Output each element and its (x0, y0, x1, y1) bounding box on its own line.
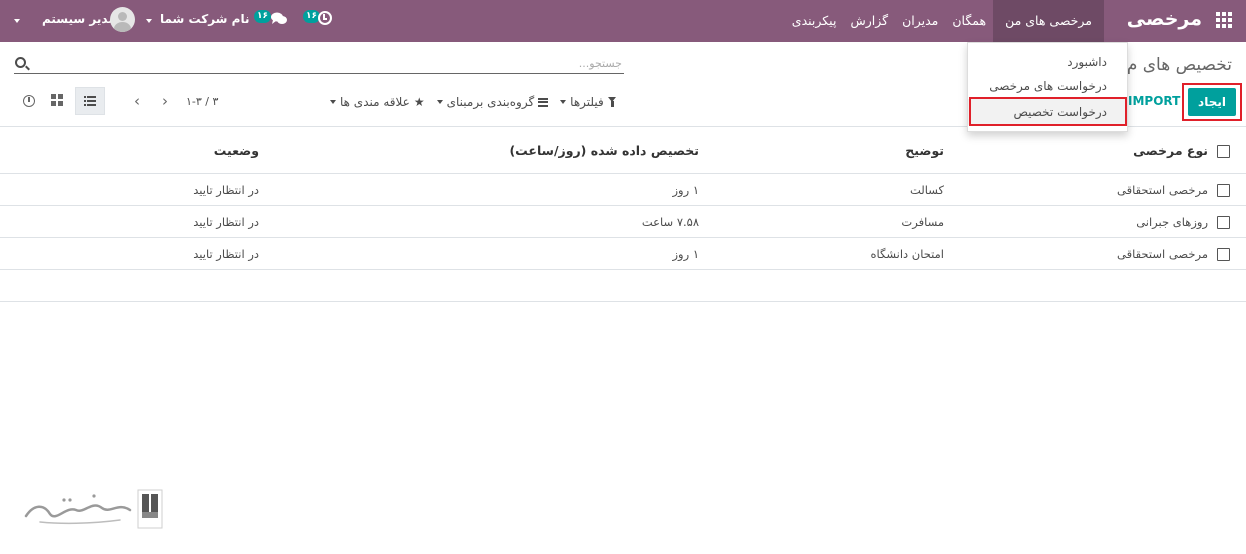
user-avatar[interactable] (110, 7, 135, 32)
menu-everyone[interactable]: همگان (945, 0, 993, 42)
search-bar (14, 52, 624, 74)
filters-button[interactable]: فیلترها (556, 94, 617, 110)
messages-badge: ۱۶ (254, 10, 271, 23)
chat-icon[interactable] (271, 12, 287, 26)
app-brand[interactable]: مرخصی (1127, 8, 1202, 30)
list-view-button[interactable] (75, 87, 105, 115)
cell-state: در انتظار تایید (0, 173, 259, 206)
user-caret-icon[interactable] (14, 19, 20, 23)
import-button[interactable]: IMPORT (1128, 94, 1180, 108)
favorites-caret-icon (330, 100, 336, 104)
row-select-cell (1208, 173, 1246, 206)
company-caret-icon[interactable] (146, 19, 152, 23)
pager-previous-icon[interactable]: ‹ (129, 92, 145, 110)
select-all-checkbox[interactable] (1217, 144, 1230, 158)
table-row[interactable]: مرخصی استحقاقی امتحان دانشگاه ۱ روز در ا… (0, 237, 1246, 270)
allocations-table: نوع مرخصی توضیح تخصیص داده شده (روز/ساعت… (0, 126, 1246, 302)
cell-allocated: ۱ روز (259, 237, 699, 270)
row-checkbox[interactable] (1217, 183, 1230, 197)
table-row[interactable]: مرخصی استحقاقی کسالت ۱ روز در انتظار تای… (0, 173, 1246, 206)
filters-caret-icon (560, 100, 567, 104)
dropdown-item-dashboard[interactable]: داشبورد (1067, 55, 1107, 69)
cell-description: امتحان دانشگاه (699, 237, 944, 270)
app-grid-icon[interactable] (1216, 12, 1232, 28)
kanban-view-icon[interactable] (51, 94, 63, 106)
cell-state: در انتظار تایید (0, 205, 259, 238)
menu-configuration[interactable]: پیکربندی (785, 0, 844, 42)
menu-managers[interactable]: مدیران (895, 0, 945, 42)
dropdown-item-leave-requests[interactable]: درخواست های مرخصی (989, 79, 1107, 93)
filter-icon (607, 97, 617, 107)
create-highlight (1182, 83, 1242, 121)
menu-reporting[interactable]: گزارش (843, 0, 895, 42)
row-checkbox[interactable] (1217, 247, 1230, 261)
search-icon[interactable] (15, 57, 26, 68)
cell-leave-type: روزهای جبرانی (944, 205, 1208, 238)
header-allocated[interactable]: تخصیص داده شده (روز/ساعت) (259, 126, 699, 174)
menu-my-leaves[interactable]: مرخصی های من (993, 0, 1104, 42)
watermark-logo (24, 489, 163, 529)
bars-icon (538, 97, 549, 107)
top-navbar: مرخصی مرخصی های من همگان مدیران گزارش پی… (0, 0, 1246, 42)
company-switcher[interactable]: نام شرکت شما (160, 12, 249, 26)
search-options: فیلترها گروه‌بندی برمبنای ★ علاقه مندی ه… (318, 94, 617, 110)
row-select-cell (1208, 205, 1246, 238)
pager-value[interactable]: ۱-۳ / ۳ (186, 95, 218, 108)
table-row[interactable]: روزهای جبرانی مسافرت ۷.۵۸ ساعت در انتظار… (0, 205, 1246, 238)
allocation-request-highlight (969, 97, 1127, 126)
groupby-caret-icon (436, 100, 443, 104)
main-menu: مرخصی های من همگان مدیران گزارش پیکربندی (785, 0, 1104, 42)
cell-allocated: ۷.۵۸ ساعت (259, 205, 699, 238)
favorites-button[interactable]: ★ علاقه مندی ها (326, 94, 425, 110)
list-view-icon (84, 96, 96, 106)
header-leave-type[interactable]: نوع مرخصی (944, 126, 1208, 174)
cell-leave-type: مرخصی استحقاقی (944, 237, 1208, 270)
pager-next-icon[interactable]: › (157, 92, 173, 110)
table-header-row: نوع مرخصی توضیح تخصیص داده شده (روز/ساعت… (0, 126, 1246, 174)
row-checkbox[interactable] (1217, 215, 1230, 229)
cell-state: در انتظار تایید (0, 237, 259, 270)
search-input[interactable] (34, 54, 622, 72)
filters-label: فیلترها (570, 95, 604, 109)
header-state[interactable]: وضعیت (0, 126, 259, 174)
clock-icon[interactable] (318, 11, 332, 25)
table-empty-row (0, 269, 1246, 302)
page-title: تخصیص های م (1126, 55, 1232, 75)
row-select-cell (1208, 237, 1246, 270)
cell-description: کسالت (699, 173, 944, 206)
groupby-label: گروه‌بندی برمبنای (446, 95, 535, 109)
header-description[interactable]: توضیح (699, 126, 944, 174)
cell-description: مسافرت (699, 205, 944, 238)
select-all-cell (1208, 126, 1246, 174)
user-menu[interactable]: مدیر سیستم (42, 12, 116, 26)
favorites-label: علاقه مندی ها (340, 95, 410, 109)
activity-view-icon[interactable] (23, 95, 35, 107)
groupby-button[interactable]: گروه‌بندی برمبنای (433, 94, 549, 110)
cell-leave-type: مرخصی استحقاقی (944, 173, 1208, 206)
cell-allocated: ۱ روز (259, 173, 699, 206)
empty-cell (0, 269, 1246, 302)
star-icon: ★ (413, 95, 425, 109)
